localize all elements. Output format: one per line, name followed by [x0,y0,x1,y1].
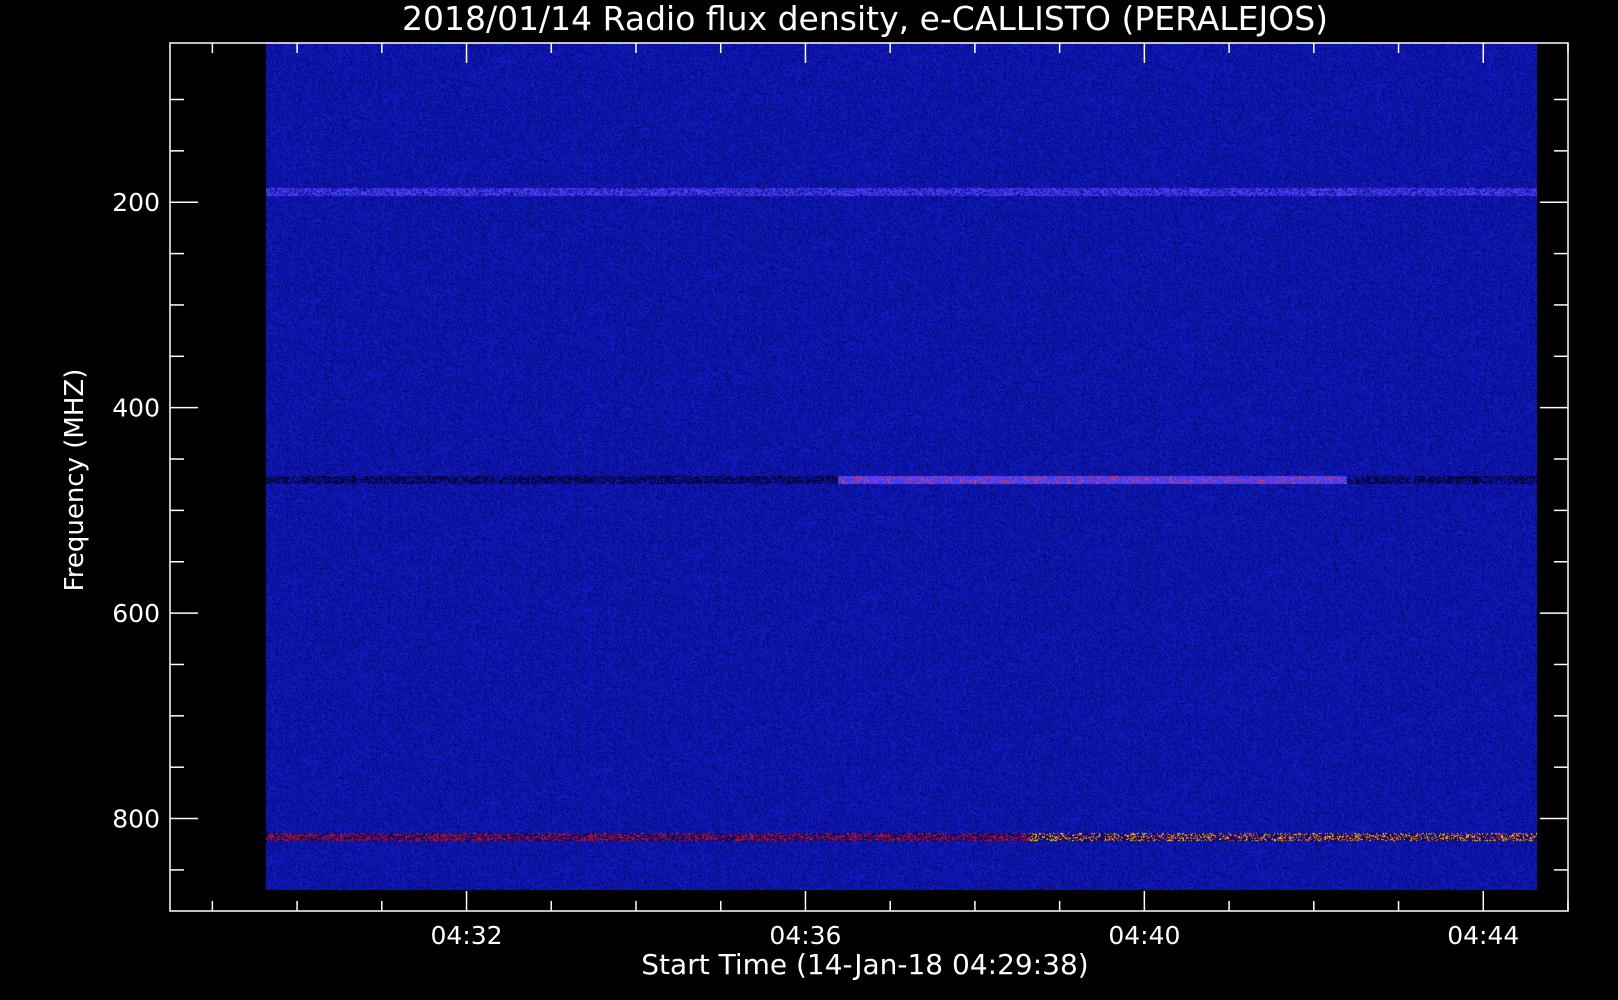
plot-frame [169,42,1569,912]
x-tick-label: 04:44 [1447,921,1519,950]
y-axis-label: Frequency (MHZ) [60,369,90,592]
x-axis-label: Start Time (14-Jan-18 04:29:38) [641,948,1088,981]
tick-labels: 04:32 04:36 04:40 04:44 200 400 600 800 [112,188,1519,950]
y-tick-label: 600 [112,599,160,628]
tick-marks [170,43,1569,911]
y-tick-label: 200 [112,188,160,217]
x-tick-label: 04:32 [431,921,503,950]
y-tick-label: 400 [112,394,160,423]
y-tick-label: 800 [112,805,160,834]
chart-axes: 2018/01/14 Radio flux density, e-CALLIST… [60,0,1569,981]
x-tick-label: 04:40 [1108,921,1180,950]
x-tick-label: 04:36 [769,921,841,950]
spectrogram-chart: 2018/01/14 Radio flux density, e-CALLIST… [0,0,1618,1000]
chart-title: 2018/01/14 Radio flux density, e-CALLIST… [402,0,1328,38]
